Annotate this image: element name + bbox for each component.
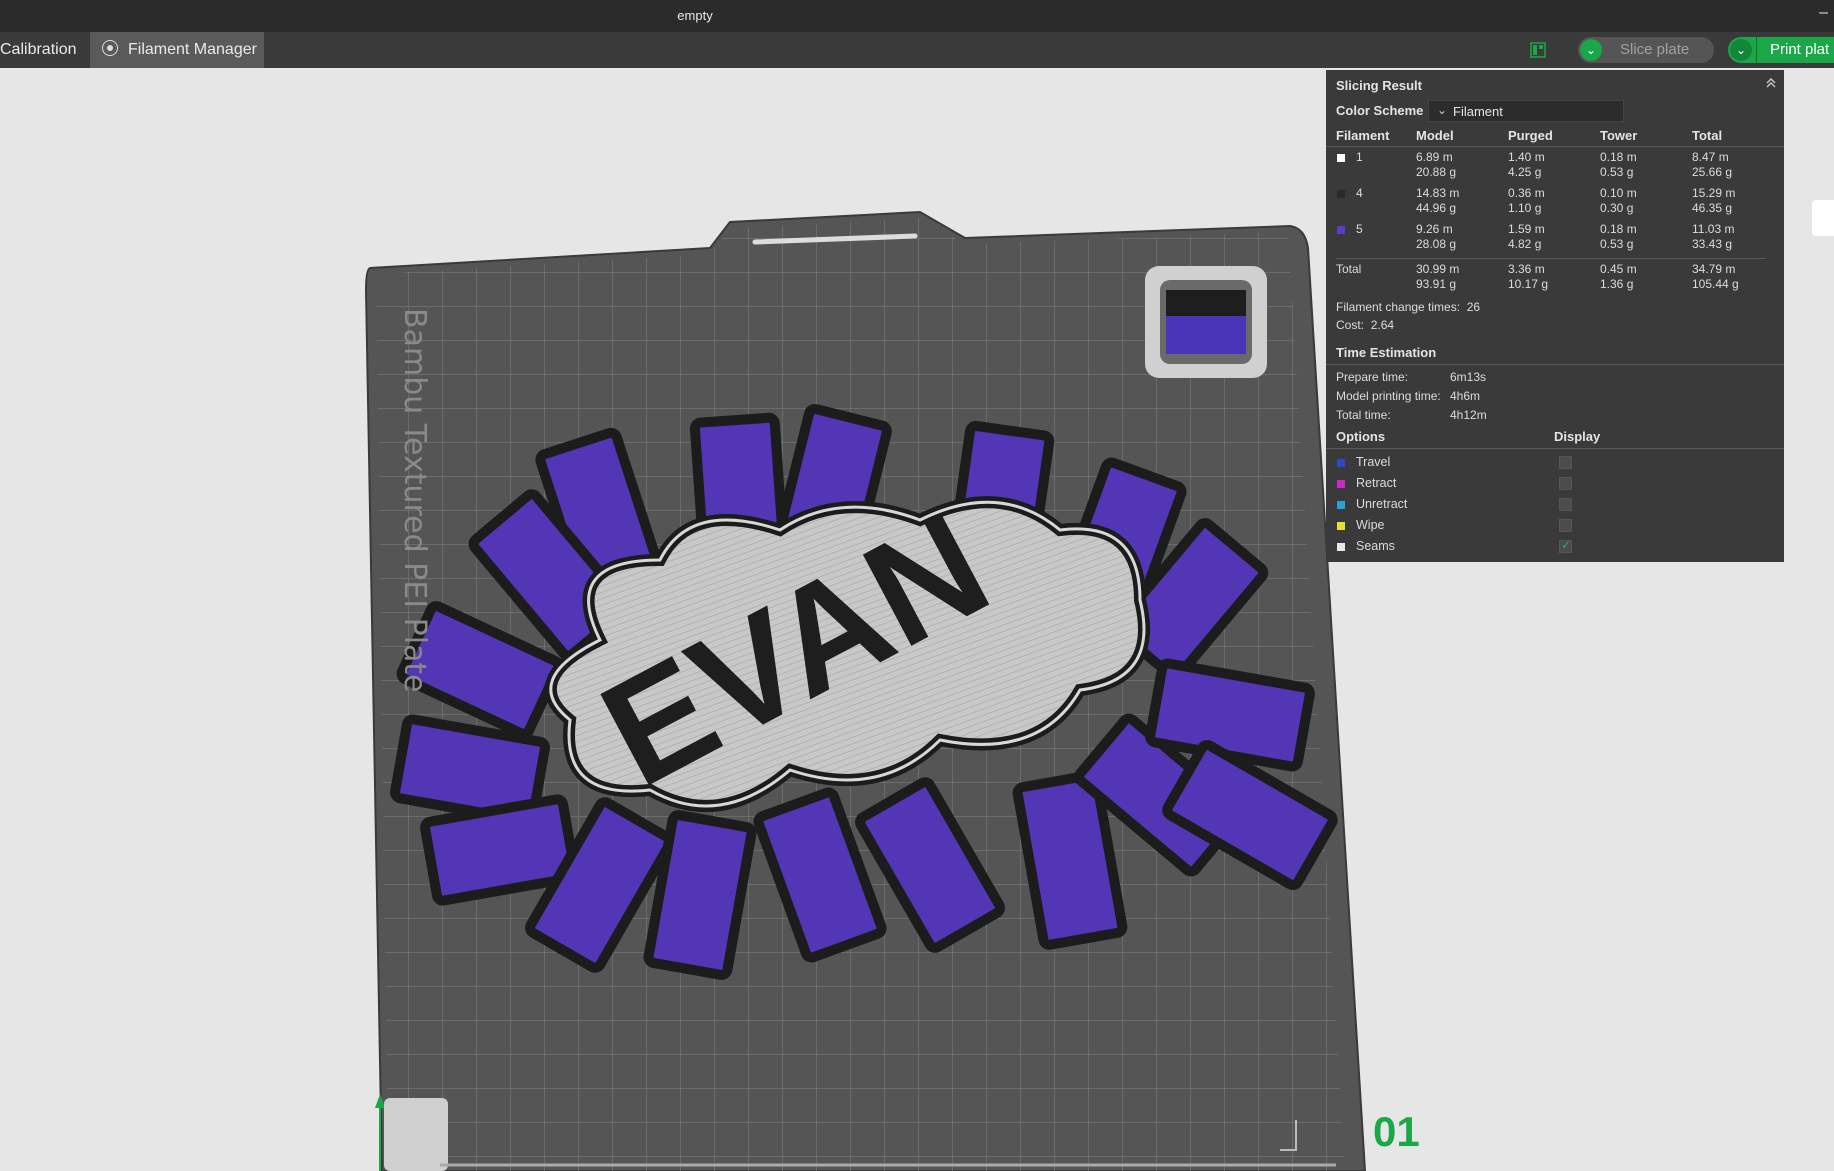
tab-calibration[interactable]: Calibration xyxy=(0,32,88,68)
filament-id: 1 xyxy=(1356,150,1363,164)
title-bar: empty – xyxy=(0,0,1834,33)
option-travel-label: Travel xyxy=(1356,455,1391,469)
total-time-label: Total time: xyxy=(1336,408,1391,422)
option-retract-checkbox[interactable] xyxy=(1559,477,1572,490)
tab-filament-manager-label: Filament Manager xyxy=(128,41,257,58)
options-divider xyxy=(1326,448,1784,449)
color-scheme-value: Filament xyxy=(1453,104,1503,119)
window-title: empty xyxy=(677,8,713,23)
cell-purged: 3.36 m 10.17 g xyxy=(1508,262,1549,291)
print-button-divider xyxy=(1756,37,1757,63)
slice-plate-label: Slice plate xyxy=(1620,41,1690,58)
edge-indicator xyxy=(1812,200,1834,236)
total-label: Total xyxy=(1336,262,1362,276)
cell-model: 14.83 m 44.96 g xyxy=(1416,186,1460,215)
prepare-time-value: 6m13s xyxy=(1450,370,1487,384)
wipe-swatch xyxy=(1337,522,1345,530)
filament-manager-icon xyxy=(102,39,118,56)
filament-change-times: Filament change times: 26 xyxy=(1336,300,1481,314)
display-title: Display xyxy=(1554,429,1601,444)
cell-tower: 0.18 m 0.53 g xyxy=(1600,150,1637,179)
option-retract-label: Retract xyxy=(1356,476,1397,490)
filament-4-swatch xyxy=(1337,190,1345,198)
cell-total: 15.29 m 46.35 g xyxy=(1692,186,1736,215)
cell-purged: 1.40 m 4.25 g xyxy=(1508,150,1545,179)
filament-id: 5 xyxy=(1356,222,1363,236)
cost: Cost: 2.64 xyxy=(1336,318,1395,332)
slice-plate-button[interactable]: ⌄ Slice plate xyxy=(1578,37,1714,63)
layout-icon[interactable] xyxy=(1530,42,1546,58)
options-title: Options xyxy=(1336,429,1386,444)
header-total: Total xyxy=(1692,128,1723,143)
cell-tower: 0.45 m 1.36 g xyxy=(1600,262,1637,291)
slicing-result-panel: Slicing Result Color Scheme ⌄ Filament F… xyxy=(1326,70,1784,562)
cell-total: 34.79 m 105.44 g xyxy=(1692,262,1739,291)
option-seams-checkbox[interactable] xyxy=(1559,538,1572,553)
seams-swatch xyxy=(1337,543,1345,551)
plate-name-label: Bambu Textured PEI Plate xyxy=(397,308,432,693)
slicing-result-title: Slicing Result xyxy=(1336,78,1422,93)
header-purged: Purged xyxy=(1508,128,1553,143)
tab-filament-manager[interactable]: Filament Manager xyxy=(90,32,264,68)
option-unretract-checkbox[interactable] xyxy=(1559,498,1572,511)
chevron-down-icon: ⌄ xyxy=(1437,103,1448,117)
cell-model: 9.26 m 28.08 g xyxy=(1416,222,1457,251)
header-divider xyxy=(1326,146,1784,147)
filament-5-swatch xyxy=(1337,226,1345,234)
option-wipe-label: Wipe xyxy=(1356,518,1385,532)
collapse-icon[interactable] xyxy=(1764,76,1778,90)
cell-tower: 0.10 m 0.30 g xyxy=(1600,186,1637,215)
header-filament: Filament xyxy=(1336,128,1390,143)
slice-dropdown-chevron-icon[interactable]: ⌄ xyxy=(1580,39,1602,61)
cell-total: 11.03 m 33.43 g xyxy=(1692,222,1735,251)
total-time-value: 4h12m xyxy=(1450,408,1487,422)
cell-model: 30.99 m 93.91 g xyxy=(1416,262,1460,291)
color-scheme-label: Color Scheme xyxy=(1336,103,1424,118)
unretract-swatch xyxy=(1337,501,1345,509)
retract-swatch xyxy=(1337,480,1345,488)
option-wipe-checkbox[interactable] xyxy=(1559,519,1572,532)
filament-1-swatch xyxy=(1337,154,1345,162)
option-seams-label: Seams xyxy=(1356,539,1395,553)
cell-tower: 0.18 m 0.53 g xyxy=(1600,222,1637,251)
axis-indicator xyxy=(384,1098,448,1171)
model-printing-time-value: 4h6m xyxy=(1450,389,1481,403)
header-model: Model xyxy=(1416,128,1454,143)
color-scheme-select[interactable]: ⌄ Filament xyxy=(1428,100,1624,122)
cell-total: 8.47 m 25.66 g xyxy=(1692,150,1733,179)
toolbar: Calibration Filament Manager ⌄ Slice pla… xyxy=(0,32,1834,68)
header-tower: Tower xyxy=(1600,128,1638,143)
cell-model: 6.89 m 20.88 g xyxy=(1416,150,1457,179)
model-printing-time-label: Model printing time: xyxy=(1336,389,1441,403)
prime-tower xyxy=(1145,266,1267,378)
prepare-time-label: Prepare time: xyxy=(1336,370,1409,384)
time-estimation-title: Time Estimation xyxy=(1336,345,1437,360)
time-divider xyxy=(1326,364,1784,365)
travel-swatch xyxy=(1337,459,1345,467)
plate-number[interactable]: 01 xyxy=(1373,1108,1420,1156)
minimize-icon[interactable]: – xyxy=(1819,4,1828,22)
print-plate-label: Print plat xyxy=(1770,41,1830,58)
print-plate-button[interactable]: ⌄ Print plat xyxy=(1728,37,1834,63)
filament-id: 4 xyxy=(1356,186,1363,200)
total-divider xyxy=(1336,258,1766,259)
print-dropdown-chevron-icon[interactable]: ⌄ xyxy=(1730,39,1752,61)
option-unretract-label: Unretract xyxy=(1356,497,1408,511)
cell-purged: 0.36 m 1.10 g xyxy=(1508,186,1545,215)
option-travel-checkbox[interactable] xyxy=(1559,456,1572,469)
cell-purged: 1.59 m 4.82 g xyxy=(1508,222,1545,251)
